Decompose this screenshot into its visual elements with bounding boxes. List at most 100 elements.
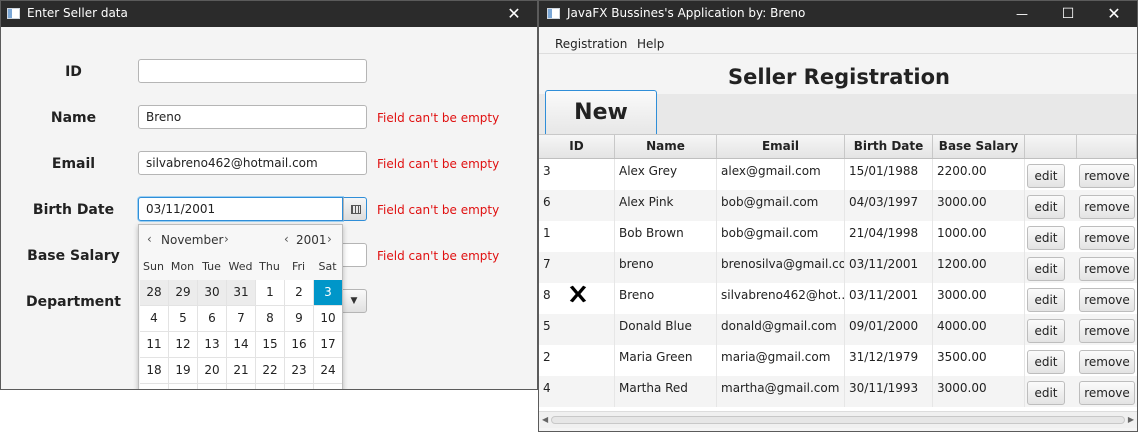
column-header[interactable]: Name <box>615 135 717 158</box>
calendar-day[interactable]: 29 <box>169 280 198 306</box>
remove-button[interactable]: remove <box>1079 257 1135 281</box>
column-header[interactable] <box>1025 135 1077 158</box>
scroll-left-icon[interactable]: ◀ <box>542 415 548 424</box>
next-year-icon[interactable]: › <box>327 232 332 246</box>
cell-id: 2 <box>539 345 615 376</box>
cell-birth: 03/11/2001 <box>845 283 933 314</box>
cell-name: Breno <box>615 283 717 314</box>
scrollbar-thumb[interactable] <box>551 416 1125 424</box>
horizontal-scrollbar[interactable]: ◀ ▶ <box>539 411 1137 428</box>
prev-month-icon[interactable]: ‹ <box>147 232 152 246</box>
edit-button[interactable]: edit <box>1027 319 1065 343</box>
table-row[interactable]: 2 Maria Green maria@gmail.com 31/12/1979 350… <box>539 345 1137 376</box>
calendar-day[interactable]: 7 <box>227 306 256 332</box>
close-icon[interactable]: ✕ <box>1091 1 1137 27</box>
calendar-day[interactable]: 28 <box>140 280 169 306</box>
calendar-day[interactable]: 28 <box>227 384 256 389</box>
calendar-day[interactable]: 30 <box>285 384 314 389</box>
cell-salary: 3500.00 <box>933 345 1025 376</box>
calendar-day[interactable]: 2 <box>285 280 314 306</box>
calendar-day[interactable]: 16 <box>285 332 314 358</box>
column-header[interactable] <box>1077 135 1137 158</box>
table-row[interactable]: 8 Breno silvabreno462@hot... 03/11/2001 3000… <box>539 283 1137 314</box>
name-field[interactable]: Breno <box>138 105 367 129</box>
calendar-day[interactable]: 29 <box>256 384 285 389</box>
cell-salary: 3000.00 <box>933 190 1025 221</box>
table-row[interactable]: 1 Bob Brown bob@gmail.com 21/04/1998 1000.00… <box>539 221 1137 252</box>
column-header[interactable]: Birth Date <box>845 135 933 158</box>
new-button[interactable]: New <box>545 90 657 134</box>
edit-button[interactable]: edit <box>1027 350 1065 374</box>
edit-button[interactable]: edit <box>1027 381 1065 405</box>
edit-button[interactable]: edit <box>1027 195 1065 219</box>
next-month-icon[interactable]: › <box>224 232 229 246</box>
chevron-down-icon[interactable]: ▼ <box>341 289 367 313</box>
calendar-day[interactable]: 23 <box>285 358 314 384</box>
calendar-day[interactable]: 9 <box>285 306 314 332</box>
date-picker-popup: ‹ November › ‹ 2001 › Sun Mon Tue Wed Thu Fri… <box>138 224 343 389</box>
calendar-day[interactable]: 14 <box>227 332 256 358</box>
calendar-day[interactable]: 22 <box>256 358 285 384</box>
edit-button[interactable]: edit <box>1027 257 1065 281</box>
calendar-day[interactable]: 26 <box>169 384 198 389</box>
edit-button[interactable]: edit <box>1027 288 1065 312</box>
menu-help[interactable]: Help <box>637 37 664 51</box>
calendar-day[interactable]: 1 <box>314 384 342 389</box>
scroll-right-icon[interactable]: ▶ <box>1128 415 1134 424</box>
calendar-day[interactable]: 21 <box>227 358 256 384</box>
calendar-day[interactable]: 6 <box>198 306 227 332</box>
calendar-day[interactable]: 4 <box>140 306 169 332</box>
calendar-day[interactable]: 11 <box>140 332 169 358</box>
name-label: Name <box>50 110 97 126</box>
calendar-day[interactable]: 10 <box>314 306 342 332</box>
edit-button[interactable]: edit <box>1027 164 1065 188</box>
menu-registration[interactable]: Registration <box>555 37 627 51</box>
table-row[interactable]: 3 Alex Grey alex@gmail.com 15/01/1988 2200.0… <box>539 159 1137 190</box>
birth-date-field[interactable]: 03/11/2001 <box>138 197 343 221</box>
maximize-icon[interactable]: ☐ <box>1045 1 1091 27</box>
calendar-day[interactable]: 19 <box>169 358 198 384</box>
remove-button[interactable]: remove <box>1079 288 1135 312</box>
id-field[interactable] <box>138 59 367 83</box>
calendar-day[interactable]: 27 <box>198 384 227 389</box>
column-header[interactable]: ID <box>539 135 615 158</box>
seller-form-titlebar[interactable]: Enter Seller data ✕ <box>1 1 537 27</box>
table-row[interactable]: 6 Alex Pink bob@gmail.com 04/03/1997 3000.00… <box>539 190 1137 221</box>
remove-button[interactable]: remove <box>1079 350 1135 374</box>
column-header[interactable]: Base Salary <box>933 135 1025 158</box>
calendar-day[interactable]: 3 <box>314 280 342 306</box>
close-icon[interactable]: ✕ <box>491 1 537 27</box>
calendar-day[interactable]: 13 <box>198 332 227 358</box>
calendar-day[interactable]: 25 <box>140 384 169 389</box>
column-header[interactable]: Email <box>717 135 845 158</box>
remove-button[interactable]: remove <box>1079 226 1135 250</box>
table-row[interactable]: 4 Martha Red martha@gmail.com 30/11/1993 300… <box>539 376 1137 407</box>
calendar-day[interactable]: 20 <box>198 358 227 384</box>
email-field[interactable]: silvabreno462@hotmail.com <box>138 151 367 175</box>
date-picker-button[interactable] <box>343 197 367 221</box>
calendar-day[interactable]: 1 <box>256 280 285 306</box>
remove-button[interactable]: remove <box>1079 319 1135 343</box>
calendar-day[interactable]: 12 <box>169 332 198 358</box>
edit-button[interactable]: edit <box>1027 226 1065 250</box>
remove-button[interactable]: remove <box>1079 195 1135 219</box>
calendar-day[interactable]: 17 <box>314 332 342 358</box>
calendar-day[interactable]: 5 <box>169 306 198 332</box>
calendar-day[interactable]: 31 <box>227 280 256 306</box>
main-titlebar[interactable]: JavaFX Bussines's Application by: Breno … <box>539 1 1137 27</box>
calendar-day[interactable]: 30 <box>198 280 227 306</box>
calendar-day[interactable]: 18 <box>140 358 169 384</box>
cell-id: 7 <box>539 252 615 283</box>
calendar-day[interactable]: 24 <box>314 358 342 384</box>
weekday-header: Sun Mon Tue Wed Thu Fri Sat <box>139 260 342 278</box>
remove-button[interactable]: remove <box>1079 164 1135 188</box>
calendar-day[interactable]: 15 <box>256 332 285 358</box>
cell-email: maria@gmail.com <box>717 345 845 376</box>
table-row[interactable]: 7 breno brenosilva@gmail.com 03/11/2001 1200… <box>539 252 1137 283</box>
cell-email: bob@gmail.com <box>717 221 845 252</box>
minimize-icon[interactable]: — <box>999 1 1045 27</box>
table-row[interactable]: 5 Donald Blue donald@gmail.com 09/01/2000 40… <box>539 314 1137 345</box>
calendar-day[interactable]: 8 <box>256 306 285 332</box>
remove-button[interactable]: remove <box>1079 381 1135 405</box>
prev-year-icon[interactable]: ‹ <box>284 232 289 246</box>
